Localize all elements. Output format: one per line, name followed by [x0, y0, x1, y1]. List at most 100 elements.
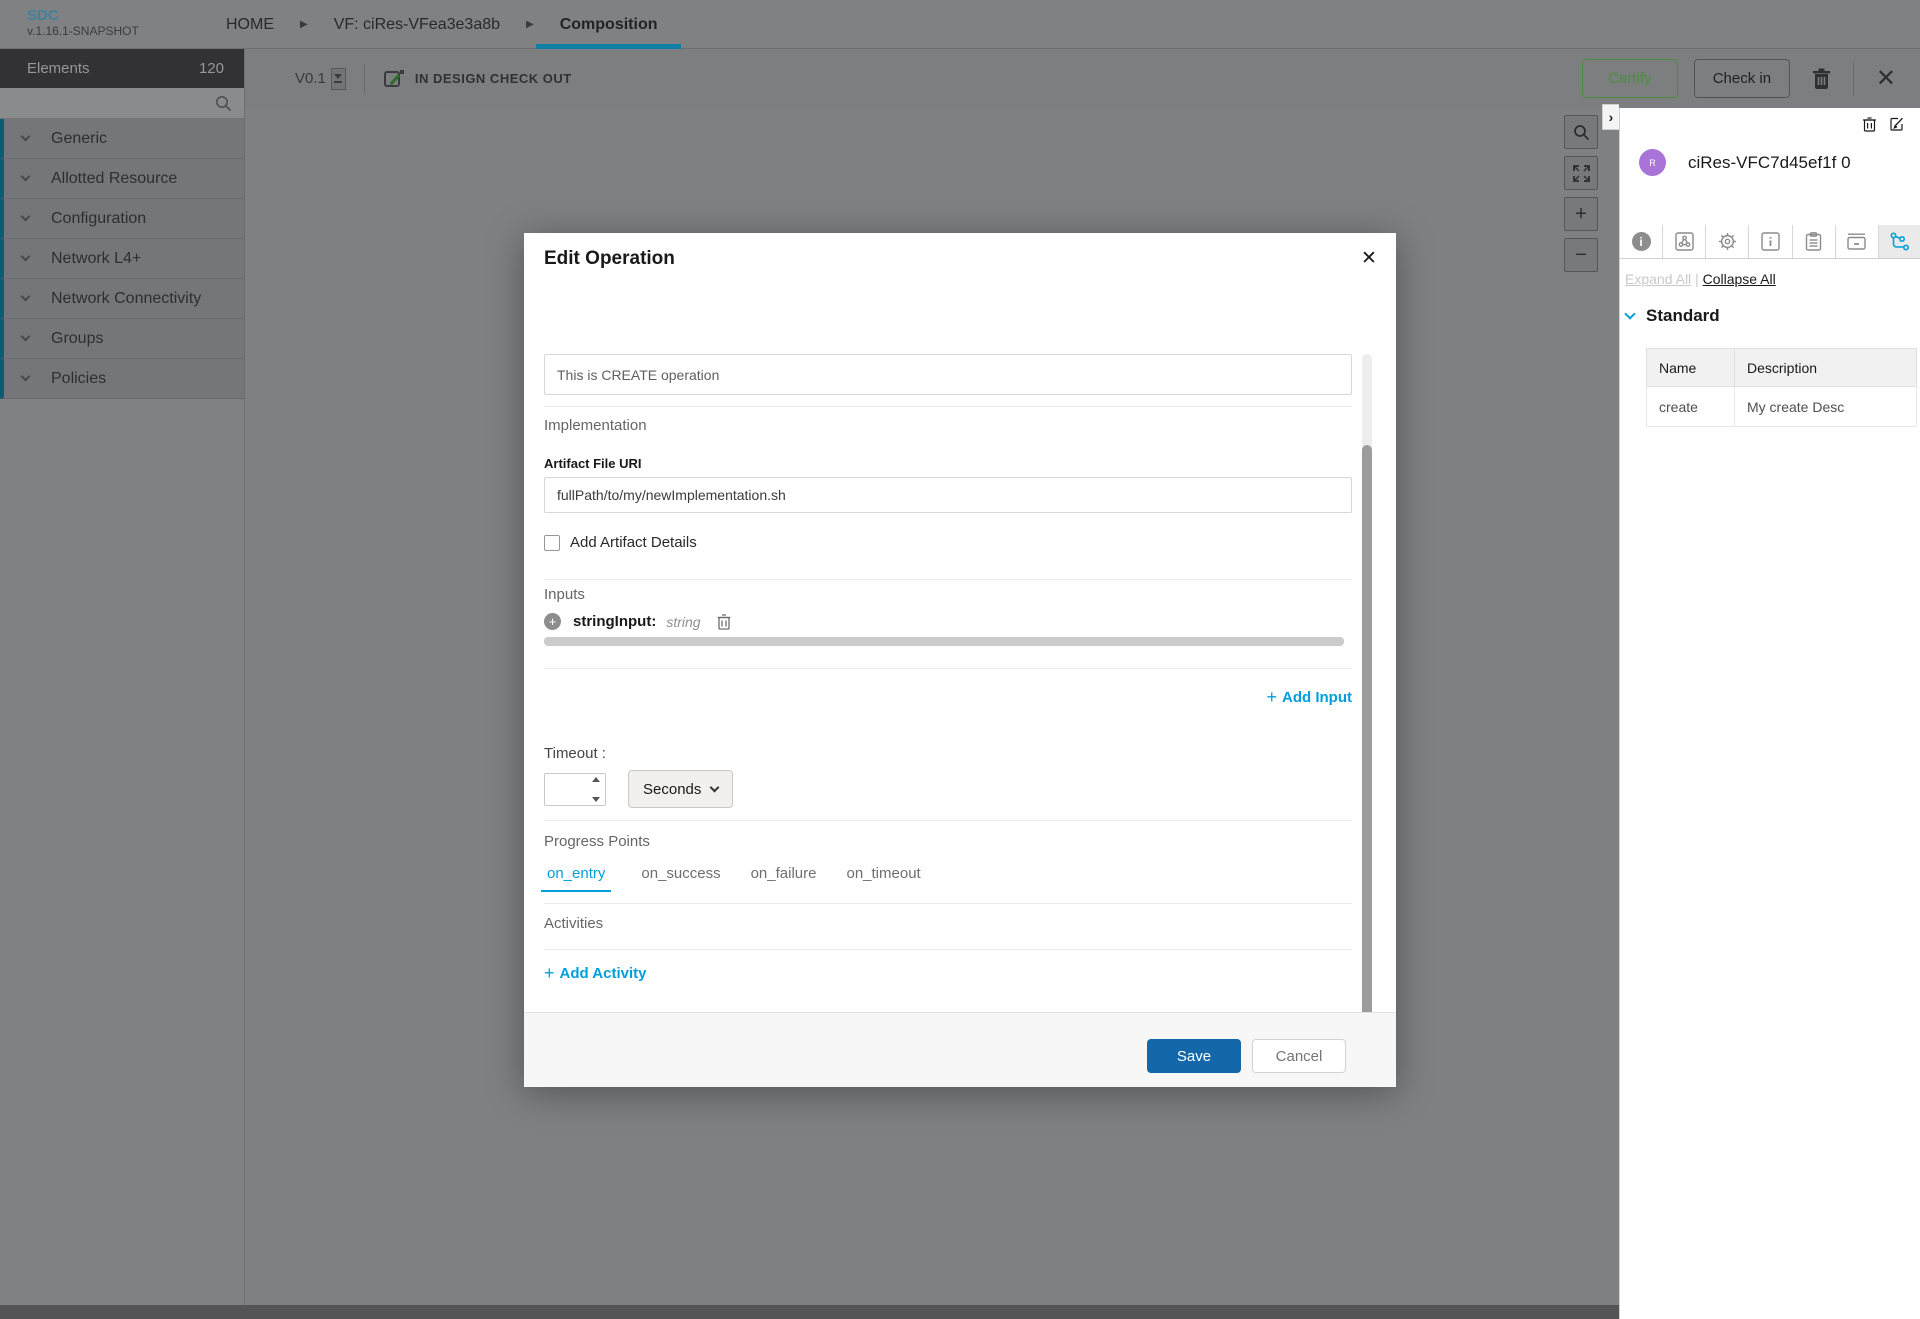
sidebar-item-configuration[interactable]: Configuration — [0, 199, 244, 239]
chevron-down-icon — [21, 332, 31, 342]
progress-tab-on-failure[interactable]: on_failure — [751, 865, 817, 892]
panel-tabs: i — [1620, 225, 1920, 259]
chevron-down-icon — [21, 292, 31, 302]
fullscreen-icon — [1573, 165, 1590, 182]
operations-table: Name Description create My create Desc — [1646, 348, 1917, 427]
tab-information[interactable]: i — [1620, 225, 1663, 258]
progress-tab-on-entry[interactable]: on_entry — [541, 865, 611, 892]
check-in-button[interactable]: Check in — [1694, 59, 1790, 98]
input-name: stringInput: — [573, 613, 656, 630]
elements-search-input[interactable] — [0, 88, 244, 119]
modal-scrollbar-thumb[interactable] — [1362, 445, 1372, 1037]
implementation-section-label: Implementation — [544, 417, 647, 434]
spinner-down-icon[interactable] — [592, 797, 600, 802]
sidebar-item-groups[interactable]: Groups — [0, 319, 244, 359]
delete-component-icon[interactable] — [1863, 117, 1876, 132]
close-icon[interactable]: ✕ — [1356, 245, 1382, 271]
modal-title: Edit Operation — [544, 248, 675, 270]
archive-box-icon — [1847, 233, 1866, 250]
edit-operation-modal: Edit Operation ✕ Implementation Artifact… — [524, 233, 1396, 1087]
tab-operations[interactable] — [1879, 225, 1920, 258]
operation-description-input[interactable] — [544, 354, 1352, 395]
expand-input-icon[interactable]: + — [544, 613, 561, 630]
tab-details[interactable] — [1749, 225, 1792, 258]
avatar: R — [1639, 149, 1666, 176]
input-parameter-row: + stringInput: string — [544, 613, 731, 630]
artifact-file-uri-input[interactable] — [544, 477, 1352, 513]
spinner-up-icon[interactable] — [592, 777, 600, 782]
table-row[interactable]: create My create Desc — [1647, 387, 1917, 427]
activities-section-label: Activities — [544, 915, 603, 932]
modal-footer: Save Cancel — [524, 1012, 1396, 1087]
sidebar-item-allotted-resource[interactable]: Allotted Resource — [0, 159, 244, 199]
version-dropdown[interactable] — [331, 68, 346, 90]
chevron-down-icon — [710, 783, 720, 793]
artifact-file-uri-label: Artifact File URI — [544, 456, 642, 471]
elements-title: Elements — [27, 60, 90, 77]
tab-settings[interactable] — [1706, 225, 1749, 258]
search-icon — [1573, 124, 1590, 141]
breadcrumb-composition[interactable]: Composition — [546, 0, 672, 49]
hierarchy-icon — [1675, 232, 1694, 251]
certify-button[interactable]: Certify — [1582, 59, 1678, 98]
sidebar-item-network-connectivity[interactable]: Network Connectivity — [0, 279, 244, 319]
breadcrumb: HOME ▶ VF: ciRes-VFea3e3a8b ▶ Compositio… — [212, 0, 671, 49]
delete-icon[interactable] — [1812, 68, 1831, 89]
top-header: SDC v.1.16.1-SNAPSHOT HOME ▶ VF: ciRes-V… — [0, 0, 1920, 49]
standard-section-header[interactable]: Standard — [1626, 306, 1720, 326]
breadcrumb-home[interactable]: HOME — [212, 0, 288, 49]
cell-name: create — [1647, 387, 1735, 427]
breadcrumb-vf[interactable]: VF: ciRes-VFea3e3a8b — [320, 0, 514, 49]
add-artifact-details-checkbox[interactable] — [544, 535, 560, 551]
progress-tab-on-success[interactable]: on_success — [641, 865, 720, 892]
close-workspace-icon[interactable]: ✕ — [1876, 69, 1896, 89]
cell-description: My create Desc — [1735, 387, 1917, 427]
canvas-search-button[interactable] — [1564, 115, 1598, 149]
collapse-all-link[interactable]: Collapse All — [1703, 271, 1776, 287]
info-icon: i — [1632, 232, 1651, 251]
breadcrumb-separator-icon: ▶ — [514, 19, 546, 30]
inputs-section-label: Inputs — [544, 586, 585, 603]
tab-composition[interactable] — [1663, 225, 1706, 258]
expand-all-link[interactable]: Expand All — [1625, 271, 1691, 287]
canvas-fit-screen-button[interactable] — [1564, 156, 1598, 190]
in-design-icon — [383, 68, 405, 90]
panel-expander-button[interactable]: › — [1602, 104, 1619, 130]
sidebar-item-policies[interactable]: Policies — [0, 359, 244, 399]
clipboard-icon — [1805, 232, 1822, 251]
canvas-zoom-in-button[interactable]: + — [1564, 197, 1598, 231]
tab-artifacts[interactable] — [1793, 225, 1836, 258]
save-button[interactable]: Save — [1147, 1039, 1241, 1073]
workspace-toolbar: V0.1 IN DESIGN CHECK OUT Certify Check i… — [245, 49, 1920, 108]
logo-version: v.1.16.1-SNAPSHOT — [27, 24, 139, 38]
canvas-zoom-out-button[interactable]: − — [1564, 238, 1598, 272]
add-input-button[interactable]: +Add Input — [1267, 687, 1353, 708]
add-activity-button[interactable]: +Add Activity — [544, 963, 646, 984]
progress-tab-on-timeout[interactable]: on_timeout — [846, 865, 920, 892]
timeout-value-input[interactable] — [544, 773, 606, 806]
lifecycle-state-label: IN DESIGN CHECK OUT — [415, 71, 572, 86]
chevron-down-icon — [21, 372, 31, 382]
elements-header: Elements 120 — [0, 49, 244, 88]
delete-input-icon[interactable] — [717, 614, 731, 630]
timeout-label: Timeout : — [544, 745, 606, 762]
search-icon — [215, 95, 232, 112]
chevron-down-icon — [1624, 308, 1635, 319]
chevron-down-icon — [21, 172, 31, 182]
sidebar-item-generic[interactable]: Generic — [0, 119, 244, 159]
sdc-logo[interactable]: SDC v.1.16.1-SNAPSHOT — [27, 7, 139, 38]
inputs-horizontal-scrollbar[interactable] — [544, 637, 1344, 646]
footer-bar — [0, 1305, 1619, 1319]
tab-deployment[interactable] — [1836, 225, 1879, 258]
workflow-icon — [1890, 232, 1909, 251]
sdc-app: SDC v.1.16.1-SNAPSHOT HOME ▶ VF: ciRes-V… — [0, 0, 1920, 1319]
chevron-down-icon — [21, 212, 31, 222]
edit-component-icon[interactable] — [1890, 117, 1904, 132]
breadcrumb-separator-icon: ▶ — [288, 19, 320, 30]
cancel-button[interactable]: Cancel — [1252, 1039, 1346, 1073]
add-artifact-details-label: Add Artifact Details — [570, 534, 697, 551]
info-square-icon — [1761, 232, 1780, 251]
timeout-unit-dropdown[interactable]: Seconds — [628, 770, 733, 808]
column-header-name: Name — [1647, 349, 1735, 387]
sidebar-item-network-l4[interactable]: Network L4+ — [0, 239, 244, 279]
